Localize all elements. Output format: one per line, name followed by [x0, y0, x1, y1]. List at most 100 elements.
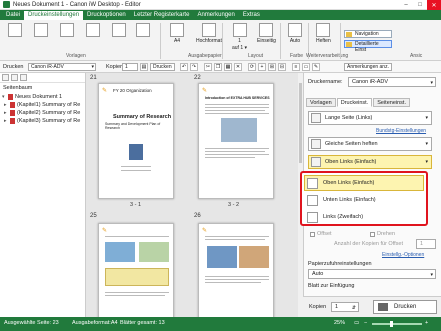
zoom-out-icon[interactable]: − — [364, 320, 367, 326]
text-line — [105, 295, 165, 296]
print-toolbar: Drucken Canon iR-ADV ▾ Kopien 1 ▤ Drucken… — [0, 61, 441, 73]
zoom-slider[interactable] — [372, 321, 422, 327]
pencil-icon: ✎ — [102, 88, 108, 94]
scrollbar-thumb[interactable] — [299, 83, 302, 163]
template-2-button[interactable] — [34, 23, 48, 37]
printer-icon[interactable]: ▤ — [140, 63, 148, 71]
menu-datei[interactable]: Datei — [2, 11, 24, 20]
detailed-settings-button[interactable]: Detaillierte Einst — [344, 40, 392, 53]
print-button[interactable]: Drucken — [373, 300, 437, 314]
page-preview-area: 21 22 ✎ FY 20 Organization Summary of Re… — [86, 73, 303, 317]
tree-item-chapter-3[interactable]: ▸ (Kapitel3) Summary of Re — [0, 117, 85, 125]
orientation-button[interactable]: Hochformat — [196, 23, 222, 44]
template-5-button[interactable] — [112, 23, 126, 37]
show-annotations-button[interactable]: Anmerkungen anz. — [344, 63, 392, 71]
print-side-icon — [259, 23, 274, 37]
group-label-farbe: Farbe — [290, 53, 304, 59]
tab-vorlagen[interactable]: Vorlagen — [306, 98, 336, 107]
page-thumbnail[interactable]: ✎ Introduction of EXTRA HUB SERVICES — [198, 83, 274, 199]
navigation-button[interactable]: Navigation — [344, 30, 392, 38]
color-mode-label: Auto — [289, 38, 301, 44]
tree-item-chapter-2[interactable]: ▸ (Kapitel2) Summary of Re — [0, 109, 85, 117]
staple-position-select[interactable]: Oben Links (Einfach) ▾ — [308, 155, 432, 169]
offset-copies-input[interactable]: 1 — [416, 239, 436, 249]
paste-icon[interactable]: ▦ — [224, 63, 232, 71]
merge-icon[interactable]: ⊞ — [268, 63, 276, 71]
option-top-left-single[interactable]: Oben Links (Einfach) — [304, 175, 424, 191]
template-3-button[interactable] — [60, 23, 74, 37]
menu-druckoptionen[interactable]: Druckoptionen — [83, 11, 130, 20]
delete-icon[interactable]: ✕ — [234, 63, 242, 71]
offset-checkbox[interactable]: Offset — [310, 231, 332, 237]
template-6-button[interactable] — [136, 23, 150, 37]
page-icon[interactable]: ▭ — [302, 63, 310, 71]
tree-item-document[interactable]: ▾ Neues Dokument 1 — [0, 93, 85, 101]
printer-name-select[interactable]: Canon iR-ADV ▾ — [348, 77, 436, 87]
color-mode-button[interactable]: Auto — [288, 23, 302, 44]
print-side-label: Einseitig — [257, 38, 276, 44]
tree-item-chapter-1[interactable]: ▸ (Kapitel1) Summary of Re — [0, 101, 85, 109]
page-label: 3 - 1 — [130, 202, 142, 208]
printer-select[interactable]: Canon iR-ADV ▾ — [28, 63, 96, 71]
rotate-icon[interactable]: ⟳ — [248, 63, 256, 71]
menu-extras[interactable]: Extras — [239, 11, 264, 20]
document-icon — [8, 94, 13, 100]
page-thumbnail[interactable]: ✎ — [98, 223, 174, 317]
template-1-button[interactable] — [8, 23, 22, 37]
option-left-double[interactable]: Links (Zweifach) — [304, 209, 424, 225]
checkbox-box[interactable] — [310, 231, 315, 237]
cut-icon[interactable]: ✂ — [204, 63, 212, 71]
minimize-button[interactable]: – — [399, 0, 413, 10]
menu-anmerkungen[interactable]: Anmerkungen — [193, 11, 238, 20]
page-thumbnail[interactable]: ✎ — [198, 223, 274, 317]
copy-icon[interactable]: ❐ — [214, 63, 222, 71]
ribbon: Vorlagen A4 Hochformat Ausgabepapier 1 au… — [0, 20, 441, 61]
pages-per-sheet-button[interactable]: 1 auf 1 ▾ — [232, 23, 247, 51]
menu-letzter-registerkarte[interactable]: Letzter Registerkarte — [130, 11, 194, 20]
divider — [160, 23, 161, 59]
close-button[interactable]: ✕ — [427, 0, 441, 10]
stamp-icon[interactable]: ✎ — [312, 63, 320, 71]
print-label: Drucken — [394, 304, 417, 310]
print-bar: Kopien 1 ⇵ Drucken — [303, 296, 441, 317]
binding-side-select[interactable]: Lange Seite (Links) ▾ — [308, 111, 432, 125]
detailed-settings-icon — [346, 42, 352, 47]
split-icon[interactable]: ⊟ — [278, 63, 286, 71]
fit-page-icon[interactable]: ▭ — [354, 320, 359, 326]
copies-input[interactable]: 1 — [122, 63, 138, 71]
tab-druckeinst[interactable]: Druckeinst. — [336, 98, 373, 107]
staple-button[interactable]: Heften — [316, 23, 331, 44]
chapter-icon[interactable]: ≡ — [292, 63, 300, 71]
print-side-button[interactable]: Einseitig — [257, 23, 276, 44]
text-line — [205, 236, 269, 237]
stepper-icon[interactable]: ⇵ — [352, 304, 356, 312]
undo-icon[interactable]: ↶ — [180, 63, 188, 71]
option-settings-link[interactable]: Einstellg.-Optionen — [382, 252, 424, 258]
print-button[interactable]: Drucken — [150, 63, 175, 71]
option-label: Links (Zweifach) — [323, 214, 364, 220]
text-line — [105, 236, 169, 237]
template-4-button[interactable] — [86, 23, 100, 37]
zoom-slider-knob[interactable] — [390, 321, 393, 327]
insert-icon[interactable]: + — [258, 63, 266, 71]
copies-input[interactable]: 1 ⇵ — [331, 302, 359, 312]
expand-icon[interactable] — [11, 74, 18, 81]
paper-size-icon — [170, 23, 184, 37]
redo-icon[interactable]: ↷ — [190, 63, 198, 71]
paper-source-select[interactable]: Auto ▾ — [308, 269, 436, 279]
checkbox-box[interactable] — [370, 231, 375, 237]
zoom-in-icon[interactable]: + — [425, 320, 428, 326]
maximize-button[interactable]: □ — [413, 0, 427, 10]
insert-sheet-label: Blatt zur Einfügung — [308, 283, 355, 289]
binding-settings-link[interactable]: Bundstg-Einstellungen — [376, 128, 426, 134]
rotate-checkbox[interactable]: Drehen — [370, 231, 395, 237]
staple-pages-select[interactable]: Gleiche Seiten heften ▾ — [308, 137, 432, 151]
option-bottom-left-single[interactable]: Unten Links (Einfach) — [304, 192, 424, 208]
menu-druckeinstellungen[interactable]: Druckeinstellungen — [24, 11, 84, 20]
filter-icon[interactable] — [20, 74, 27, 81]
tab-seiteneinst[interactable]: Seiteneinst. — [373, 98, 410, 107]
collapse-icon[interactable] — [2, 74, 9, 81]
paper-size-button[interactable]: A4 — [170, 23, 184, 44]
page-thumbnail[interactable]: ✎ FY 20 Organization Summary of Research… — [98, 83, 174, 199]
page-tree-panel: Seitenbaum ▾ Neues Dokument 1 ▸ (Kapitel1)… — [0, 73, 86, 317]
